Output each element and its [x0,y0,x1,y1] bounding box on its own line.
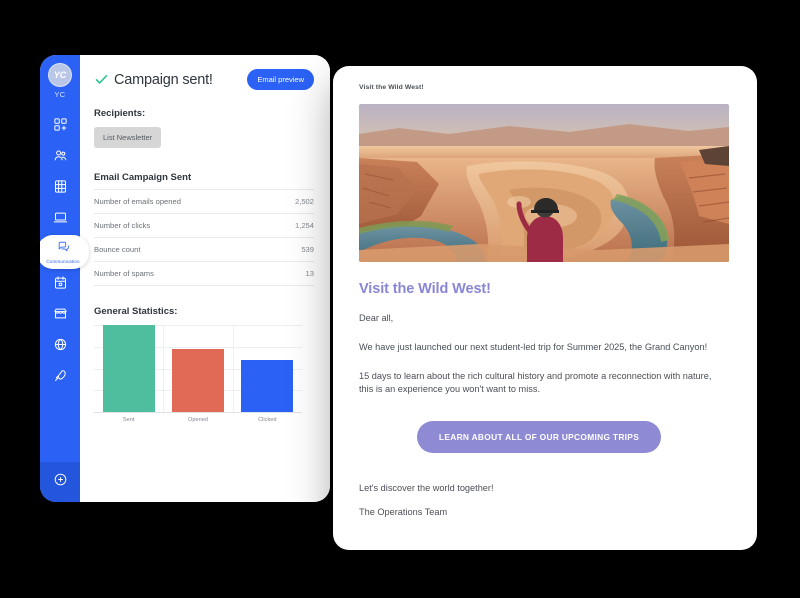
brand-label: YC [54,90,66,99]
chart-x-label: Opened [188,417,208,423]
stats-table-title: Email Campaign Sent [94,172,192,183]
email-paragraph-1: We have just launched our next student-l… [359,341,708,352]
header-row: Campaign sent! Email preview [94,69,314,90]
sidebar-item-dashboard[interactable] [40,111,80,142]
email-heading: Visit the Wild West! [359,281,491,297]
calendar-icon [53,275,68,295]
sidebar-item-globe[interactable] [40,331,80,362]
sidebar-item-contacts[interactable] [40,142,80,173]
chart-title: General Statistics: [94,306,178,317]
email-closing: Let's discover the world together! [359,483,494,494]
app-window: YC YC Communication Campaign sent! Email… [40,55,330,502]
table-row: Number of clicks 1,254 [94,213,314,238]
grid-plus-icon [53,117,68,137]
main-content: Campaign sent! Email preview Recipients:… [80,55,330,502]
chart-x-labels: Sent Opened Clicked [94,417,302,423]
table-row: Number of spams 13 [94,261,314,286]
avatar: YC [48,63,72,87]
email-signature: The Operations Team [359,507,448,518]
email-paragraph-2: 15 days to learn about the rich cultural… [359,370,712,395]
chart-bar [241,359,294,412]
canyon-illustration [359,104,729,262]
sidebar: YC YC Communication [40,55,89,502]
stat-value: 539 [301,245,314,254]
bar-chart [94,325,302,413]
stat-label: Number of clicks [94,221,151,230]
sidebar-item-accounting[interactable] [40,173,80,204]
bar-column [94,325,163,412]
chart-x-label: Clicked [258,417,277,423]
email-subject: Visit the Wild West! [359,84,424,91]
chat-bubble-icon [57,240,70,258]
sidebar-add-button[interactable] [40,462,80,502]
stat-value: 2,502 [294,197,314,206]
stat-value: 13 [305,269,314,278]
stat-label: Number of emails opened [94,197,181,206]
chart-bar [171,349,224,412]
sidebar-item-communication[interactable]: Communication [40,235,89,269]
page-title: Campaign sent! [114,71,213,88]
table-row: Number of emails opened 2,502 [94,189,314,214]
chart-bar [102,325,155,412]
people-icon [53,148,68,168]
sidebar-item-launch[interactable] [40,362,80,393]
sidebar-item-calendar[interactable] [40,269,80,300]
plus-circle-icon [53,472,68,492]
sidebar-item-store[interactable] [40,300,80,331]
bar-column [163,325,232,412]
learn-more-button[interactable]: LEARN ABOUT ALL OF OUR UPCOMING TRIPS [416,421,662,454]
stat-label: Bounce count [94,245,141,254]
sidebar-item-label: Communication [46,259,80,264]
globe-icon [53,337,68,357]
screenshot-stage: YC YC Communication Campaign sent! Email… [0,0,800,598]
email-preview-panel: Visit the Wild West! Visit the Wild West… [333,66,757,550]
cta-wrap: LEARN ABOUT ALL OF OUR UPCOMING TRIPS [359,421,719,454]
stat-label: Number of spams [94,269,154,278]
storefront-icon [53,306,68,326]
rocket-icon [53,368,68,388]
sidebar-nav: Communication [40,111,89,462]
stats-table: Number of emails opened 2,502 Number of … [94,189,314,286]
hero-image [359,104,729,262]
recipient-chip[interactable]: List Newsletter [94,127,162,148]
table-row: Bounce count 539 [94,237,314,262]
recipients-label: Recipients: [94,108,146,119]
email-preview-button[interactable]: Email preview [247,69,314,90]
laptop-icon [53,210,68,230]
email-greeting: Dear all, [359,313,394,323]
calculator-icon [53,179,68,199]
check-icon [95,75,108,84]
sidebar-item-website[interactable] [40,204,80,235]
bar-column [233,325,302,412]
brand: YC YC [48,63,72,99]
page-title-wrap: Campaign sent! [94,72,213,88]
stat-value: 1,254 [294,221,314,230]
chart-x-label: Sent [122,417,135,423]
